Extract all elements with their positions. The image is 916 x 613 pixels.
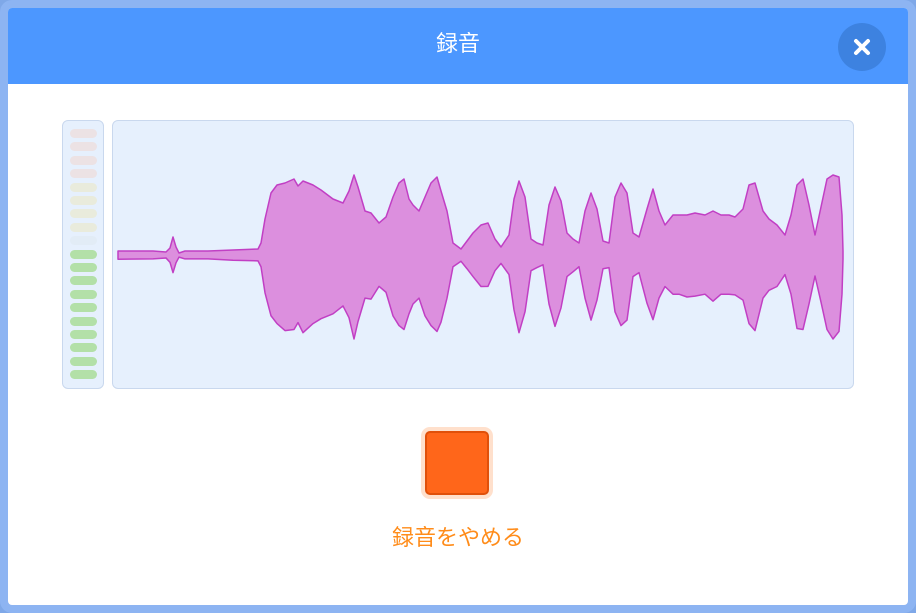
level-meter-segment (70, 142, 97, 152)
level-meter-segment (70, 276, 97, 286)
close-button[interactable] (838, 23, 886, 71)
stop-recording-button[interactable] (425, 431, 489, 495)
waveform-display (112, 120, 854, 389)
level-meter-segment (70, 155, 97, 165)
level-meter-segment (70, 263, 97, 272)
level-meter-segment (70, 196, 97, 205)
level-meter-segment (70, 169, 97, 179)
level-meter-segment (70, 370, 97, 380)
level-meter-segment (70, 249, 97, 259)
level-meter-segment (70, 222, 97, 232)
waveform-shape (117, 174, 844, 340)
level-meter-segment (70, 209, 97, 219)
stop-recording-label[interactable]: 録音をやめる (8, 524, 908, 554)
level-meter-segment (70, 343, 97, 353)
level-meter-segment (70, 289, 97, 299)
level-meter-segment (70, 356, 97, 366)
record-dialog: 録音 録音をやめる (0, 0, 916, 613)
level-meter-segment (70, 129, 97, 138)
dialog-header: 録音 (8, 8, 908, 84)
level-meter-segment (70, 182, 97, 192)
level-meter-segment (70, 330, 97, 339)
level-meter (62, 120, 104, 389)
level-meter-segment (70, 316, 97, 326)
level-meter-segment (70, 303, 97, 313)
close-icon (854, 39, 870, 55)
dialog-title: 録音 (435, 32, 480, 57)
level-meter-segment (70, 236, 97, 246)
